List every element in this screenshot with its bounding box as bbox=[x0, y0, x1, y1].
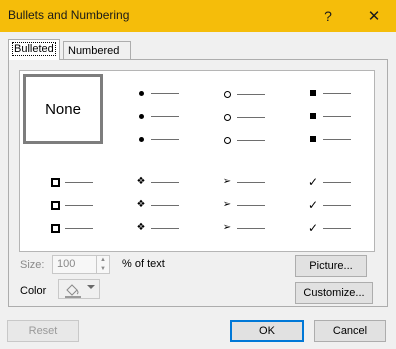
arrowhead-bullet-icon: ➢ bbox=[222, 176, 232, 187]
diamond-star-bullet-icon: ❖ bbox=[136, 199, 146, 210]
size-label: Size: bbox=[20, 259, 45, 271]
tab-bulleted-label: Bulleted bbox=[12, 42, 56, 56]
tab-numbered[interactable]: Numbered bbox=[63, 41, 131, 59]
arrowhead-bullet-icon: ➢ bbox=[222, 222, 232, 233]
bullet-option-diamond-star[interactable]: ❖ ❖ ❖ bbox=[118, 173, 198, 243]
color-label: Color bbox=[20, 285, 47, 297]
size-value: 100 bbox=[57, 258, 76, 270]
size-spinner-arrows[interactable]: ▲ ▼ bbox=[96, 256, 109, 273]
bullet-option-arrowhead[interactable]: ➢ ➢ ➢ bbox=[204, 173, 284, 243]
spin-down-icon[interactable]: ▼ bbox=[100, 266, 106, 272]
filled-square-bullet-icon bbox=[306, 87, 320, 99]
checkmark-bullet-icon: ✓ bbox=[307, 198, 319, 212]
bullet-option-hollow-round[interactable] bbox=[204, 81, 284, 151]
tab-bulleted[interactable]: Bulleted bbox=[8, 39, 60, 60]
ok-button[interactable]: OK bbox=[230, 320, 304, 342]
hollow-round-bullet-icon bbox=[220, 134, 234, 146]
hollow-square-bullet-icon bbox=[48, 199, 62, 211]
help-button[interactable]: ? bbox=[310, 0, 346, 32]
filled-round-bullet-icon bbox=[134, 87, 148, 99]
hollow-round-bullet-icon bbox=[220, 88, 234, 100]
customize-button[interactable]: Customize... bbox=[295, 282, 373, 304]
diamond-star-bullet-icon: ❖ bbox=[136, 222, 146, 233]
close-button[interactable]: ✕ bbox=[356, 0, 392, 32]
size-unit-label: % of text bbox=[122, 258, 165, 270]
reset-button[interactable]: Reset bbox=[7, 320, 79, 342]
bullet-option-hollow-square[interactable] bbox=[32, 173, 112, 243]
hollow-round-bullet-icon bbox=[220, 111, 234, 123]
chevron-down-icon bbox=[87, 285, 95, 289]
arrowhead-bullet-icon: ➢ bbox=[222, 199, 232, 210]
tab-numbered-label: Numbered bbox=[68, 45, 120, 57]
filled-square-bullet-icon bbox=[306, 110, 320, 122]
window-title: Bullets and Numbering bbox=[8, 8, 130, 22]
bullet-option-filled-round[interactable] bbox=[118, 81, 198, 151]
spin-up-icon[interactable]: ▲ bbox=[100, 257, 106, 263]
checkmark-bullet-icon: ✓ bbox=[307, 175, 319, 189]
hollow-square-bullet-icon bbox=[48, 222, 62, 234]
paint-bucket-icon bbox=[65, 284, 81, 298]
picture-button[interactable]: Picture... bbox=[295, 255, 367, 277]
title-bar: Bullets and Numbering ? ✕ bbox=[0, 0, 396, 32]
color-picker-button[interactable] bbox=[58, 279, 100, 299]
filled-round-bullet-icon bbox=[134, 110, 148, 122]
bullet-option-filled-square[interactable] bbox=[290, 81, 370, 151]
cancel-button[interactable]: Cancel bbox=[314, 320, 386, 342]
hollow-square-bullet-icon bbox=[48, 176, 62, 188]
filled-square-bullet-icon bbox=[306, 133, 320, 145]
checkmark-bullet-icon: ✓ bbox=[307, 221, 319, 235]
filled-round-bullet-icon bbox=[134, 133, 148, 145]
bullet-option-none[interactable]: None bbox=[23, 74, 103, 144]
bullet-gallery: None ❖ ❖ ❖ ➢ ➢ ➢ ✓ ✓ ✓ bbox=[19, 70, 375, 252]
diamond-star-bullet-icon: ❖ bbox=[136, 176, 146, 187]
none-label: None bbox=[45, 100, 81, 118]
bullet-option-checkmark[interactable]: ✓ ✓ ✓ bbox=[290, 173, 370, 243]
